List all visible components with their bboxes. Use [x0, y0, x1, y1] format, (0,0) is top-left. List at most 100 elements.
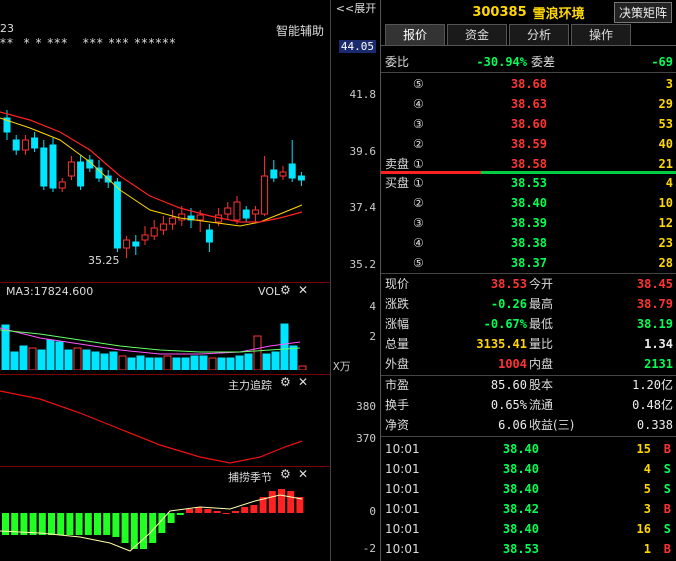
- season-bar: [278, 489, 285, 513]
- bid-row[interactable]: ④ 38.38 23: [381, 233, 676, 253]
- season-bar: [75, 513, 83, 535]
- volume-bar: [118, 355, 127, 370]
- bid-price: 38.39: [510, 216, 547, 230]
- weibi-value: -30.94%: [476, 55, 527, 69]
- volume-bar: [19, 345, 28, 370]
- bid-price: 38.37: [510, 256, 547, 270]
- stat-value: 0.65%: [490, 398, 527, 412]
- tick-row: 10:01 38.40 16 S: [381, 519, 676, 539]
- season-settings-icon[interactable]: ⚙: [280, 467, 291, 481]
- candle-body: [224, 207, 232, 215]
- bid-volume: 28: [658, 256, 673, 270]
- candle-body: [150, 227, 158, 237]
- volume-bar: [1, 324, 10, 370]
- weicha-label: 委差: [531, 55, 556, 69]
- tick-row: 10:01 38.53 1 B: [381, 539, 676, 559]
- volume-bar: [145, 357, 154, 370]
- volume-bar: [289, 345, 298, 370]
- kline-chart[interactable]: [0, 0, 330, 282]
- tick-side: S: [663, 522, 671, 536]
- decision-matrix-button[interactable]: 决策矩阵: [613, 2, 672, 23]
- volume-bar: [271, 351, 280, 370]
- stat-label: 最高: [529, 297, 554, 311]
- stat-value: 85.60: [490, 378, 527, 392]
- tab-capital[interactable]: 资金: [447, 24, 507, 45]
- vol-ma-label: MA3:17824.600: [6, 285, 94, 298]
- candle-body: [159, 223, 167, 231]
- season-bar: [66, 513, 74, 535]
- volume-bar: [253, 335, 262, 370]
- volume-bar: [73, 347, 82, 370]
- tab-operation[interactable]: 操作: [571, 24, 631, 45]
- ask-row[interactable]: ④ 38.63 29: [381, 94, 676, 114]
- main-force-chart: [0, 390, 303, 464]
- tab-analysis[interactable]: 分析: [509, 24, 569, 45]
- axis-price: 41.8: [349, 88, 377, 101]
- tick-side: B: [663, 542, 671, 556]
- expand-button[interactable]: <<展开: [331, 0, 381, 16]
- volume-bar: [109, 351, 118, 370]
- season-axis: -2: [362, 542, 376, 555]
- tick-time: 10:01: [385, 522, 420, 536]
- bid-level: ④: [413, 236, 424, 250]
- season-bar: [204, 509, 212, 513]
- stat-value: 38.53: [490, 277, 527, 291]
- stat-row: 外盘 1004 内盘 2131: [381, 354, 676, 374]
- volume-bar: [181, 357, 190, 370]
- weibi-label: 委比: [385, 55, 410, 69]
- bid-row[interactable]: ② 38.40 10: [381, 193, 676, 213]
- tick-time: 10:01: [385, 482, 420, 496]
- bid-row[interactable]: 买盘 ① 38.53 4: [381, 173, 676, 193]
- season-bar: [94, 513, 101, 535]
- ask-row[interactable]: ② 38.59 40: [381, 134, 676, 154]
- season-bar: [186, 509, 193, 513]
- season-bar: [130, 513, 138, 549]
- candle-body: [261, 175, 269, 215]
- bid-volume: 10: [658, 196, 673, 210]
- vol-settings-icon[interactable]: ⚙: [280, 283, 291, 297]
- bid-price: 38.40: [510, 196, 547, 210]
- ask-level: ⑤: [413, 77, 424, 91]
- tick-side: B: [663, 442, 671, 456]
- volume-chart: [0, 323, 307, 370]
- bid-row[interactable]: ③ 38.39 12: [381, 213, 676, 233]
- weibi-row: 委比 -30.94% 委差 -69: [381, 52, 676, 72]
- tick-price: 38.40: [502, 442, 539, 456]
- chart-pane[interactable]: 23 ** * * *** *** *** ****** 智能辅助 35.25 …: [0, 0, 330, 561]
- ask-row[interactable]: ⑤ 38.68 3: [381, 74, 676, 94]
- candle-body: [141, 234, 149, 241]
- tick-time: 10:01: [385, 542, 420, 556]
- volume-bar: [100, 353, 109, 370]
- volume-bar: [226, 357, 235, 370]
- candle-body: [279, 171, 287, 177]
- ask-row[interactable]: ③ 38.60 53: [381, 114, 676, 134]
- season-bar: [29, 513, 37, 535]
- season-close-icon[interactable]: ✕: [298, 467, 308, 481]
- season-chart: [0, 489, 304, 552]
- candle-body: [169, 217, 177, 225]
- stat-label: 流通: [529, 398, 554, 412]
- stat-value: 38.79: [636, 297, 673, 311]
- bid-volume: 23: [658, 236, 673, 250]
- candle-body: [196, 214, 204, 221]
- stat-label: 净资: [385, 418, 410, 432]
- stat-label: 涨跌: [385, 297, 410, 311]
- volume-bar: [199, 355, 208, 370]
- volume-bar: [217, 357, 226, 370]
- vol-close-icon[interactable]: ✕: [298, 283, 308, 297]
- candle-body: [67, 161, 75, 177]
- bid-level: ②: [413, 196, 424, 210]
- candle-body: [288, 163, 296, 179]
- stat-value: 0.48亿: [632, 398, 673, 412]
- season-bar: [250, 505, 258, 513]
- candle-body: [242, 209, 250, 219]
- bid-row[interactable]: ⑤ 38.37 28: [381, 253, 676, 273]
- candle-body: [49, 144, 57, 189]
- price-axis: <<展开 44.05 41.8 39.6 37.4 35.2 4 2 X万 38…: [330, 0, 380, 561]
- ask-volume: 40: [658, 137, 673, 151]
- stat-label: 最低: [529, 317, 554, 331]
- tab-quote[interactable]: 报价: [385, 24, 445, 45]
- tick-volume: 1: [643, 542, 651, 556]
- bid-price: 38.38: [510, 236, 547, 250]
- stock-code: 300385: [472, 4, 527, 20]
